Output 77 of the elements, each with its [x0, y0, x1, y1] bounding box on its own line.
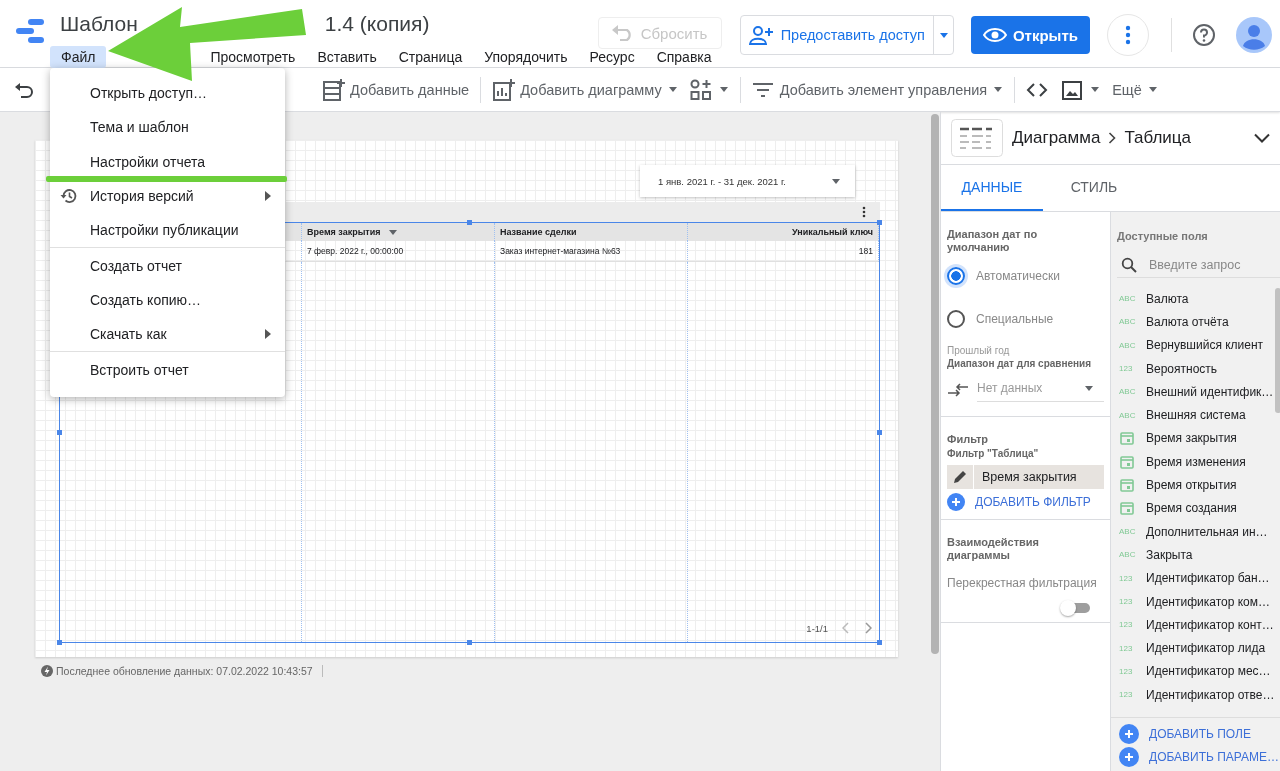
- toolbar-button[interactable]: Добавить данные: [316, 73, 476, 106]
- field-item[interactable]: 123 Идентификатор отве…: [1111, 683, 1275, 707]
- field-item[interactable]: 123 Идентификатор ком…: [1111, 589, 1275, 614]
- toolbar-button[interactable]: Добавить диаграмму: [486, 73, 684, 106]
- table-cell: 181: [688, 241, 879, 262]
- date-range-control[interactable]: 1 янв. 2021 г. - 31 дек. 2021 г.: [640, 165, 855, 197]
- field-item[interactable]: 123 Идентификатор мес…: [1111, 659, 1275, 684]
- open-button[interactable]: Открыть: [970, 16, 1090, 54]
- field-item[interactable]: ABC Валюта отчёта: [1111, 310, 1275, 334]
- table-cell: Заказ интернет-магазина №63: [495, 241, 688, 262]
- menu-item[interactable]: Просмотреть: [199, 46, 307, 68]
- field-item[interactable]: ABC Вернувшийся клиент: [1111, 333, 1275, 357]
- column-header[interactable]: Название сделки: [495, 223, 688, 241]
- menu-item[interactable]: Ресурс: [578, 46, 646, 68]
- field-item[interactable]: Время создания: [1111, 496, 1275, 520]
- add-button[interactable]: ДОБАВИТЬ ПАРАМЕ…: [1119, 747, 1280, 767]
- menu-option[interactable]: Настройки отчета: [50, 144, 285, 179]
- type-label: ABC: [1119, 294, 1135, 304]
- add-filter-button[interactable]: ДОБАВИТЬ ФИЛЬТР: [947, 493, 1091, 511]
- type-label: ABC: [1119, 317, 1135, 327]
- filter-chip[interactable]: Время закрытия: [947, 465, 1104, 489]
- field-item[interactable]: 123 Вероятность: [1111, 356, 1275, 381]
- field-item[interactable]: 123 Идентификатор бан…: [1111, 566, 1275, 590]
- section-title: Доступные поля: [1117, 230, 1209, 242]
- menu-option[interactable]: Открыть доступ…: [50, 76, 285, 111]
- add-button[interactable]: ДОБАВИТЬ ПОЛЕ: [1119, 724, 1280, 744]
- type-label: 123: [1119, 643, 1134, 653]
- field-item[interactable]: Время изменения: [1111, 450, 1275, 474]
- panel-tab[interactable]: СТИЛЬ: [1043, 165, 1145, 211]
- breadcrumb-item: Таблица: [1124, 128, 1192, 148]
- report-title[interactable]: Шаблон: [60, 11, 138, 36]
- type-label: ABC: [1119, 550, 1135, 560]
- type-label: ABC: [1119, 387, 1135, 397]
- type-label: ABC: [1119, 340, 1135, 350]
- radio-label: Специальные: [976, 311, 1054, 326]
- type-label: ABC: [1119, 410, 1135, 420]
- toolbar-button[interactable]: Добавить элемент управления: [745, 73, 1010, 106]
- menu-item[interactable]: Файл: [50, 46, 107, 68]
- menu-item[interactable]: Вставить: [306, 46, 388, 68]
- radio-label: Автоматически: [976, 268, 1060, 283]
- type-label: 123: [1119, 573, 1134, 583]
- toggle-label: Перекрестная фильтрация: [947, 576, 1098, 590]
- field-item[interactable]: ABC Внешняя система: [1111, 403, 1275, 427]
- type-label: 123: [1119, 666, 1134, 676]
- toolbar-button[interactable]: Ещё: [1106, 73, 1164, 106]
- section-title: Диапазон дат по умолчанию: [947, 228, 1039, 254]
- search-field[interactable]: Введите запрос: [1149, 258, 1269, 272]
- field-label: Фильтр "Таблица": [947, 448, 1040, 459]
- type-label: ABC: [1119, 527, 1135, 537]
- field-item[interactable]: ABC Дополнительная ин…: [1111, 519, 1275, 544]
- field-item[interactable]: ABC Внешний идентифик…: [1111, 380, 1275, 404]
- table-cell: 7 февр. 2022 г., 00:00:00: [302, 241, 495, 262]
- type-label: 123: [1119, 620, 1134, 630]
- field-label: Диапазон дат для сравнения: [947, 358, 1093, 369]
- menu-item[interactable]: Упорядочить: [473, 46, 579, 68]
- menu-item[interactable]: Справка: [645, 46, 723, 68]
- report-title[interactable]: 1.4 (копия): [324, 11, 430, 36]
- field-item[interactable]: 123 Идентификатор лида: [1111, 636, 1275, 660]
- column-header[interactable]: Уникальный ключ: [688, 223, 879, 241]
- breadcrumb-item[interactable]: Диаграмма: [1012, 128, 1101, 148]
- field-item[interactable]: 123 Идентификатор конт…: [1111, 613, 1275, 637]
- type-label: 123: [1119, 690, 1134, 700]
- section-title: Фильтр: [947, 433, 990, 446]
- field-item[interactable]: Время открытия: [1111, 473, 1275, 497]
- column-header[interactable]: Время закрытия: [302, 223, 495, 241]
- field-item[interactable]: ABC Валюта: [1111, 287, 1275, 311]
- type-label: 123: [1119, 364, 1134, 374]
- menu-item[interactable]: Страница: [387, 46, 474, 68]
- last-update-text: Последнее обновление данных: 07.02.2022 10:43:57: [56, 665, 313, 677]
- menu-option[interactable]: Тема и шаблон: [50, 110, 285, 145]
- panel-tab[interactable]: ДАННЫЕ: [941, 165, 1043, 211]
- section-title: Взаимодействия диаграммы: [947, 536, 1041, 562]
- field-item[interactable]: Время закрытия: [1111, 426, 1275, 451]
- hint-text: Прошлый год: [947, 345, 1011, 356]
- page-count: 1-1/1: [806, 622, 828, 634]
- type-label: 123: [1119, 597, 1134, 606]
- field-item[interactable]: ABC Закрыта: [1111, 543, 1275, 567]
